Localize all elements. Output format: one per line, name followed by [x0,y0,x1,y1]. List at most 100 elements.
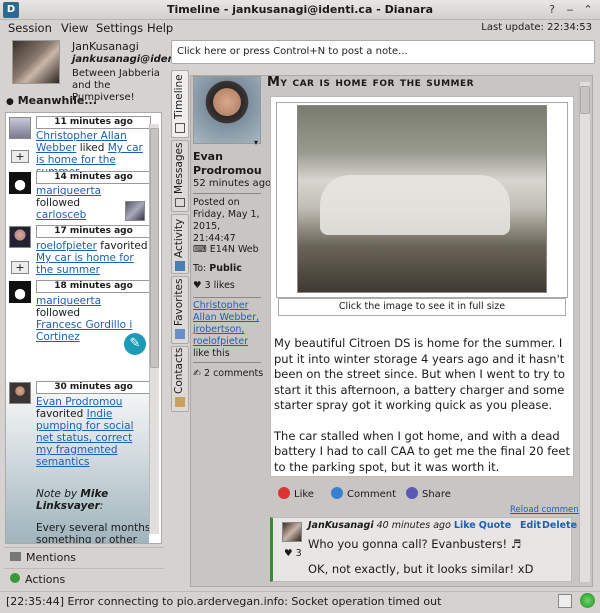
share-button[interactable]: Share [406,487,451,500]
comment-button[interactable]: Comment [331,487,396,500]
post-body: My beautiful Citroen DS is home for the … [274,336,571,475]
timeline-icon [175,123,185,133]
post-client: ⌨ E14N Web [193,244,259,255]
like-label: Like [294,489,314,500]
to-label: To: [193,263,207,274]
comment-quote-link[interactable]: Quote [479,520,511,531]
activity-icon [175,261,185,271]
help-icon[interactable]: ? [544,2,560,18]
post-note-input[interactable]: Click here or press Control+N to post a … [171,40,595,64]
post-likes: ♥ 3 likes [193,280,235,291]
tab-messages[interactable]: Messages [171,140,189,212]
divider [193,193,261,194]
scrollbar-thumb[interactable] [150,128,159,368]
avatar[interactable] [12,40,60,84]
post-likes-count: 3 likes [204,280,235,291]
post-author-name[interactable]: Evan Prodromou [193,150,262,178]
comment-icon: ✍ [193,368,201,379]
comment-edit-link[interactable]: Edit [520,520,541,531]
heart-icon [278,487,290,499]
post-title: My car is home for the summer [267,75,475,90]
tab-activity[interactable]: Activity [171,214,189,274]
comment-icon [331,487,343,499]
menu-settings[interactable]: Settings [96,21,143,35]
comment-likes: ♥ 3 [284,548,302,559]
avatar [125,201,145,221]
comments-count-label: 2 comments [204,368,264,379]
tab-contacts[interactable]: Contacts [171,346,189,412]
mentions-icon [10,552,21,561]
minimize-icon[interactable]: ‒ [562,2,578,18]
meanwhile-list[interactable]: 11 minutes ago + Christopher Allan Webbe… [5,112,162,544]
actor-link[interactable]: Evan Prodromou [36,396,122,408]
tux-icon [9,172,31,194]
list-item-time: 18 minutes ago [36,280,151,293]
log-icon[interactable] [558,594,572,608]
actor-link[interactable]: roelofpieter [36,240,97,252]
comment-age: 40 minutes ago [376,520,451,531]
likers-links[interactable]: Christopher Allan Webber, jrobertson, ro… [193,300,259,347]
favorites-icon [175,329,185,339]
to-value: Public [209,263,242,274]
avatar [9,226,31,248]
expand-button[interactable]: + [11,150,29,163]
menu-view[interactable]: View [61,21,88,35]
actor-link[interactable]: mariqueerta [36,185,101,197]
verb: followed [36,197,81,209]
post-paragraph: The car stalled when I got home, and wit… [274,428,570,474]
verb: favorited [100,240,148,252]
expand-button[interactable]: + [11,261,29,274]
menu-session[interactable]: Session [8,21,52,35]
object-link[interactable]: Francesc Gordillo i Cortinez [36,319,132,343]
post-age: 52 minutes ago [193,178,272,189]
verb: followed [36,307,81,319]
actions-icon [10,573,20,583]
tab-actions[interactable]: Actions [4,568,164,587]
list-item-time: 17 minutes ago [36,225,151,238]
reload-comments-link[interactable]: Reload comments [510,505,586,515]
list-item: Evan Prodromou favorited Indie pumping f… [36,396,151,544]
comment-like-link[interactable]: Like [454,520,476,531]
note-by: Note by Mike Linksvayer: [36,488,109,512]
comment-delete-link[interactable]: Delete [542,520,577,531]
object-link[interactable]: My car is home for the summer [36,252,134,276]
list-item: roelofpieter favorited My car is home fo… [36,240,151,276]
tab-timeline[interactable]: Timeline [171,70,189,138]
menu-help[interactable]: Help [147,21,173,35]
tab-contacts-label: Contacts [173,347,185,394]
like-button[interactable]: Like [278,487,314,500]
tab-favorites[interactable]: Favorites [171,276,189,344]
list-item-time: 14 minutes ago [36,171,151,184]
comment-author[interactable]: JanKusanagi [308,520,374,531]
heart-icon: ♥ [193,280,202,291]
likers-suffix: like this [193,348,230,359]
pump-icon: ✎ [124,333,146,355]
messages-icon [175,198,185,207]
profile-name: JanKusanagi [72,40,139,53]
timeline-scrollbar[interactable] [579,82,590,582]
tab-mentions[interactable]: Mentions [4,547,164,566]
meanwhile-header: ● Meanwhile... [6,94,97,107]
tab-activity-label: Activity [173,218,185,258]
status-ok-icon[interactable] [580,593,595,608]
verb: favorited [36,408,84,420]
collapse-icon[interactable]: ● [6,97,14,107]
comment-text: Who you gonna call? Evanbusters! ♬ [308,537,522,551]
robot-avatar-icon [9,117,31,139]
post-client-label: E14N Web [209,244,259,255]
window-title: Timeline - jankusanagi@identi.ca - Diana… [166,3,434,16]
actor-link[interactable]: mariqueerta [36,295,101,307]
note-prefix: Note by [36,488,78,500]
note-body: Every several months something or other … [36,522,151,544]
avatar[interactable] [282,522,302,542]
maximize-icon[interactable]: ⌃ [580,2,596,18]
post-paragraph: My beautiful Citroen DS is home for the … [274,336,565,412]
post-author-avatar[interactable] [193,76,261,144]
scrollbar-thumb[interactable] [580,86,590,114]
comment-header: JanKusanagi 40 minutes ago Like Quote [308,520,511,531]
tab-mentions-label: Mentions [26,551,77,564]
chevron-down-icon[interactable]: ▾ [254,138,258,147]
list-item-time: 11 minutes ago [36,116,151,129]
tab-favorites-label: Favorites [173,278,185,326]
object-link[interactable]: carlosceb [36,209,86,221]
